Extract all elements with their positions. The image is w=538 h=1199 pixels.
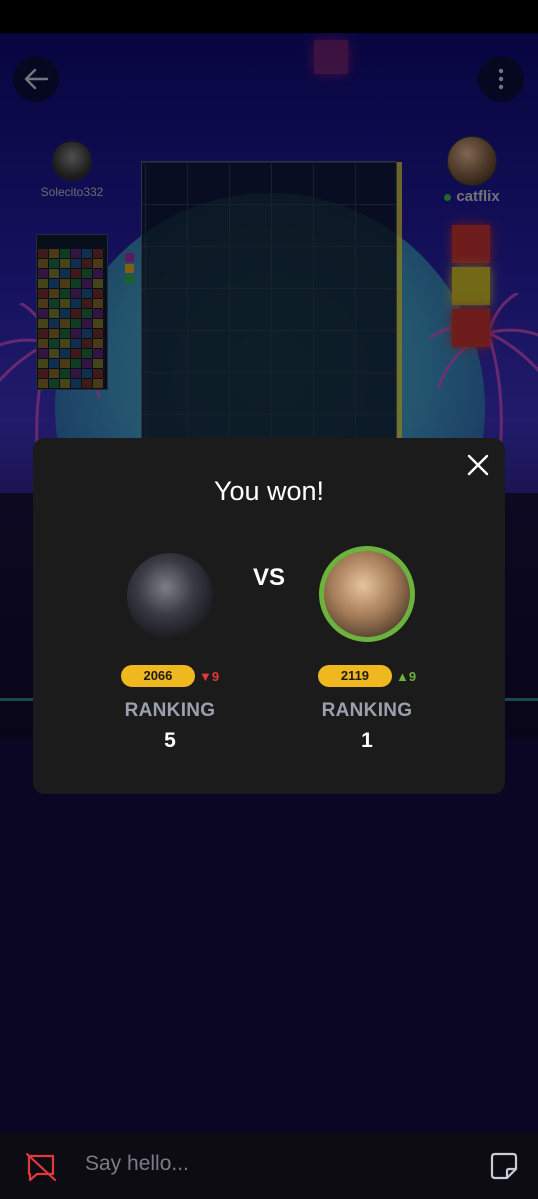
ranking-label: RANKING: [124, 700, 216, 721]
rating-badge: 2119: [317, 665, 392, 687]
player-card: 2066 ▼9 RANKING 5: [90, 553, 250, 752]
result-title: You won!: [213, 476, 325, 506]
rating-change: ▲9: [396, 669, 416, 684]
rating-change: ▼9: [199, 669, 219, 684]
game-screen: Solecito332 catflix You won! VS 2066 ▼9 …: [0, 0, 538, 1199]
player-card: 2119 ▲9 RANKING 1: [287, 546, 447, 752]
rating-row: 2066 ▼9: [90, 665, 250, 687]
close-icon: [467, 454, 489, 476]
ranking-label: RANKING: [321, 700, 413, 721]
rating-badge: 2066: [120, 665, 195, 687]
arrow-up-icon: ▲: [395, 668, 409, 684]
rating-delta: 9: [408, 668, 417, 684]
arrow-down-icon: ▼: [198, 668, 212, 684]
avatar[interactable]: [319, 546, 415, 642]
chat-off-icon[interactable]: [25, 1152, 57, 1182]
status-bar: [0, 0, 538, 33]
ranking-value: 1: [361, 729, 373, 752]
sticker-icon[interactable]: [489, 1151, 519, 1181]
rating-row: 2119 ▲9: [287, 665, 447, 687]
chat-input[interactable]: Say hello...: [85, 1152, 189, 1176]
avatar[interactable]: [127, 553, 213, 639]
ranking-value: 5: [164, 729, 176, 752]
rating-delta: 9: [211, 668, 220, 684]
lower-background: [0, 738, 538, 1132]
chat-bar: Say hello...: [0, 1132, 538, 1199]
result-dialog: You won! VS 2066 ▼9 RANKING 5 2119 ▲9 RA…: [33, 438, 505, 794]
